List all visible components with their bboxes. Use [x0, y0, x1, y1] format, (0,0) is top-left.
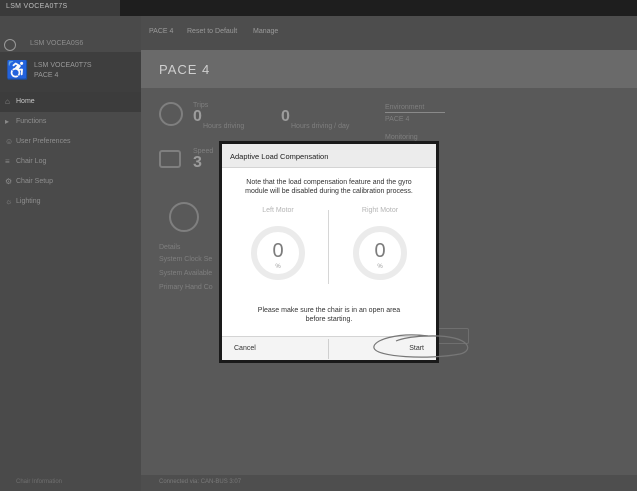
dialog-message: Note that the load compensation feature … — [245, 179, 413, 195]
wheelchair-icon: ♿ — [6, 60, 29, 80]
sidebar-item-label: Home — [16, 98, 35, 105]
user-prefs-icon: ☺ — [5, 137, 14, 146]
adaptive-load-dialog: Adaptive Load Compensation Note that the… — [222, 144, 436, 360]
toolbar-pace[interactable]: PACE 4 — [149, 28, 173, 35]
lighting-icon: ☼ — [5, 197, 13, 206]
chair-model: PACE 4 — [34, 72, 59, 79]
list-line-3: Primary Hand Co — [159, 284, 213, 291]
sidebar-item-label: Functions — [16, 118, 47, 125]
left-motor-value: 0 — [272, 240, 284, 262]
sidebar-chair[interactable]: ♿ LSM VOCEA0T7S PACE 4 — [0, 52, 141, 92]
right-motor-gauge: 0 % — [353, 226, 407, 280]
avatar — [4, 39, 16, 51]
list-line-1: System Clock Se — [159, 256, 213, 263]
sidebar-item-chair-setup[interactable]: ⚙ Chair Setup — [0, 172, 141, 192]
details-label: Details — [159, 244, 181, 251]
stat2-value: 0 — [281, 108, 290, 125]
side-label-2: Monitoring — [385, 134, 418, 141]
left-motor-gauge: 0 % — [251, 226, 305, 280]
right-motor-unit: % — [377, 264, 383, 270]
window-titlebar: LSM VOCEA0T7S — [0, 0, 637, 16]
stat1-sub: Hours driving — [203, 123, 245, 130]
sidebar-item-chair-log[interactable]: ≡ Chair Log — [0, 152, 141, 172]
footer-connection: Connected via: CAN-BUS 3:07 — [159, 479, 242, 485]
stat2-sub: Hours driving / day — [291, 123, 350, 130]
toolbar-manage[interactable]: Manage — [253, 28, 278, 35]
sidebar-item-user-preferences[interactable]: ☺ User Preferences — [0, 132, 141, 152]
right-motor-label: Right Motor — [361, 207, 399, 214]
sidebar-item-label: User Preferences — [16, 138, 71, 145]
start-button[interactable]: Start — [329, 337, 436, 361]
sidebar-item-lighting[interactable]: ☼ Lighting — [0, 192, 141, 212]
setup-icon: ⚙ — [5, 177, 13, 186]
left-motor-unit: % — [275, 264, 281, 270]
dialog-title: Adaptive Load Compensation — [230, 152, 329, 161]
left-motor-label: Left Motor — [262, 207, 294, 214]
app-tab-label: LSM VOCEA0T7S — [6, 3, 68, 10]
list-line-2: System Available — [159, 270, 213, 277]
sidebar: LSM VOCEA0S6 ♿ LSM VOCEA0T7S PACE 4 ⌂ Ho… — [0, 16, 141, 491]
dialog-titlebar: Adaptive Load Compensation — [222, 144, 436, 168]
dialog-note: Please make sure the chair is in an open… — [257, 307, 401, 323]
home-icon: ⌂ — [5, 97, 10, 106]
cancel-label: Cancel — [234, 345, 256, 352]
sidebar-bottom-label: Chair Information — [16, 479, 63, 485]
sidebar-item-label: Chair Log — [16, 158, 47, 165]
stat3-value: 3 — [193, 154, 202, 171]
side-value-1: PACE 4 — [385, 116, 410, 123]
speed-icon — [159, 150, 181, 168]
log-icon: ≡ — [5, 157, 10, 166]
sidebar-item-functions[interactable]: ▸ Functions — [0, 112, 141, 132]
chair-name: LSM VOCEA0T7S — [34, 62, 92, 69]
sidebar-item-home[interactable]: ⌂ Home — [0, 92, 141, 112]
gauge-icon — [159, 102, 183, 126]
dialog-footer: Cancel Start — [222, 336, 436, 360]
app-tab[interactable]: LSM VOCEA0T7S — [0, 0, 120, 16]
cancel-button[interactable]: Cancel — [222, 337, 328, 361]
page-header: PACE 4 — [141, 50, 637, 88]
sidebar-chair-information[interactable]: Chair Information — [0, 475, 141, 491]
side-divider — [385, 112, 445, 113]
check-icon — [169, 202, 199, 232]
motor-divider — [328, 210, 329, 284]
footer: Connected via: CAN-BUS 3:07 — [141, 475, 637, 491]
right-motor-value: 0 — [374, 240, 386, 262]
functions-icon: ▸ — [5, 117, 10, 126]
sidebar-item-label: Lighting — [16, 198, 41, 205]
page-title: PACE 4 — [159, 62, 211, 77]
sidebar-user[interactable]: LSM VOCEA0S6 — [0, 38, 141, 52]
sidebar-user-label: LSM VOCEA0S6 — [30, 40, 84, 47]
stat1-value: 0 — [193, 108, 202, 125]
start-label: Start — [409, 345, 424, 352]
toolbar: PACE 4 Reset to Default Manage — [141, 16, 637, 50]
toolbar-reset-to-default[interactable]: Reset to Default — [187, 28, 237, 35]
sidebar-item-label: Chair Setup — [16, 178, 53, 185]
side-label-1: Environment — [385, 104, 425, 111]
